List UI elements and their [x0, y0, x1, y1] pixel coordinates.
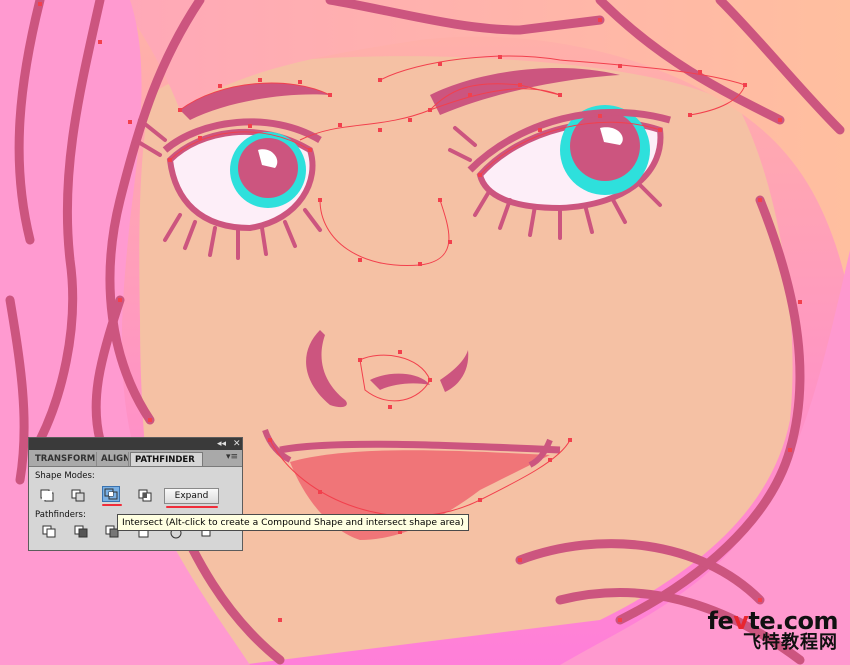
- exclude-icon[interactable]: [136, 487, 154, 503]
- panel-titlebar[interactable]: ◂◂ ✕: [29, 438, 242, 450]
- expand-button[interactable]: Expand: [164, 488, 219, 504]
- tab-align[interactable]: ALIGN: [97, 452, 129, 466]
- watermark-url: fevte.com: [707, 607, 839, 635]
- unite-icon[interactable]: [38, 487, 56, 503]
- divide-icon[interactable]: [40, 524, 58, 540]
- expand-highlight-mark: [166, 506, 218, 508]
- watermark-prefix: fe: [707, 607, 734, 635]
- double-left-arrow-icon[interactable]: ◂◂: [217, 438, 226, 450]
- pathfinder-panel[interactable]: ◂◂ ✕ TRANSFORM ALIGN PATHFINDER ▾≡ Shape…: [28, 437, 243, 551]
- trim-icon[interactable]: [72, 524, 90, 540]
- illustration-artboard[interactable]: [0, 0, 850, 665]
- intersect-highlight-mark: [102, 504, 122, 506]
- watermark-suffix: te.com: [748, 607, 838, 635]
- watermark-accent: v: [733, 607, 749, 635]
- tab-pathfinder[interactable]: PATHFINDER: [130, 452, 203, 466]
- shape-modes-label: Shape Modes:: [35, 471, 95, 481]
- minus-front-icon[interactable]: [69, 487, 87, 503]
- site-watermark: fevte.com 飞特教程网: [707, 607, 839, 653]
- watermark-chinese: 飞特教程网: [743, 632, 838, 653]
- intersect-icon[interactable]: [102, 486, 120, 502]
- intersect-tooltip: Intersect (Alt-click to create a Compoun…: [117, 514, 470, 531]
- panel-tabs: TRANSFORM ALIGN PATHFINDER ▾≡: [29, 450, 242, 467]
- panel-menu-icon[interactable]: ▾≡: [226, 452, 238, 462]
- tab-transform[interactable]: TRANSFORM: [31, 452, 97, 466]
- pathfinders-label: Pathfinders:: [35, 510, 86, 520]
- close-icon[interactable]: ✕: [233, 438, 241, 450]
